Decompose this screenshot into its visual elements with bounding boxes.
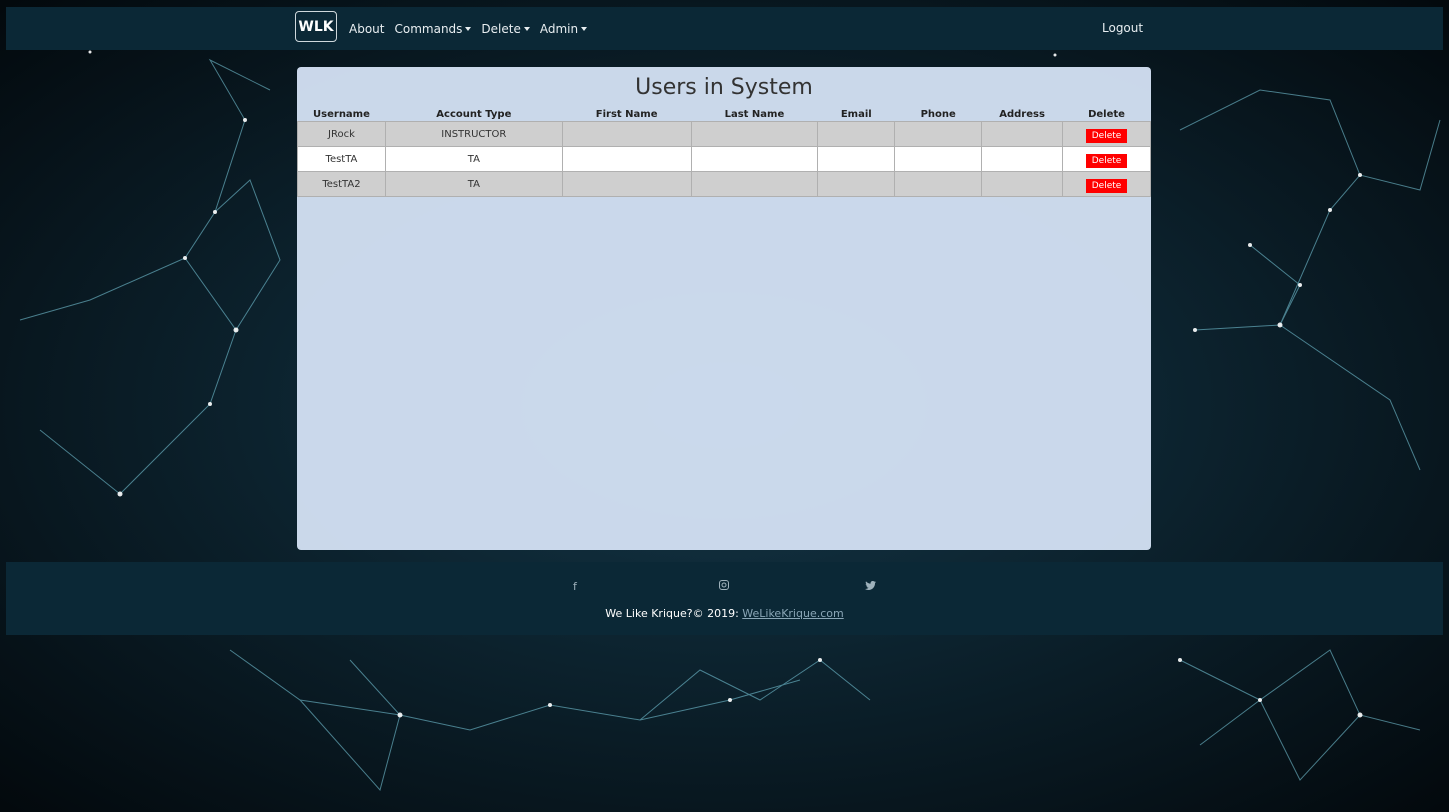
cell-account-type: INSTRUCTOR (384, 121, 563, 147)
table-row: TestTA2 TA Delete (297, 171, 1151, 197)
cell-last-name (690, 121, 819, 147)
column-header-account-type: Account Type (436, 108, 512, 120)
nav-delete-label: Delete (481, 21, 521, 36)
cell-first-name (561, 121, 692, 147)
facebook-icon[interactable]: f (573, 580, 577, 593)
logout-link[interactable]: Logout (1102, 7, 1143, 50)
nav-about-label: About (349, 21, 385, 36)
cell-last-name (690, 146, 819, 172)
column-header-phone: Phone (920, 108, 956, 120)
cell-username: JRock (297, 121, 386, 147)
users-panel: Users in System Username Account Type Fi… (297, 67, 1151, 550)
cell-address (981, 171, 1064, 197)
delete-user-button[interactable]: Delete (1085, 154, 1128, 168)
nav-menu: About Commands Delete Admin (349, 7, 588, 50)
column-header-address: Address (999, 108, 1045, 120)
brand-logo[interactable]: WLK (295, 11, 337, 42)
cell-account-type: TA (384, 146, 563, 172)
footer-site-link[interactable]: WeLikeKrique.com (742, 607, 843, 620)
cell-username: TestTA (297, 146, 386, 172)
nav-about-link[interactable]: About (349, 22, 384, 36)
table-header-row: Username Account Type First Name Last Na… (298, 107, 1151, 122)
cell-phone (894, 121, 983, 147)
cell-address (981, 121, 1064, 147)
cell-last-name (690, 171, 819, 197)
cell-phone (894, 146, 983, 172)
delete-user-button[interactable]: Delete (1085, 179, 1128, 193)
column-header-email: Email (840, 108, 872, 120)
nav-commands-dropdown[interactable]: Commands (394, 21, 472, 36)
cell-phone (894, 171, 983, 197)
cell-delete: Delete (1062, 121, 1151, 147)
column-header-last-name: Last Name (724, 108, 785, 120)
cell-delete: Delete (1062, 146, 1151, 172)
instagram-icon[interactable] (719, 580, 729, 593)
nav-delete-dropdown[interactable]: Delete (481, 21, 530, 36)
cell-email (817, 146, 896, 172)
top-navbar: WLK About Commands Delete Admin Logout (6, 7, 1443, 50)
caret-down-icon (465, 27, 472, 31)
caret-down-icon (523, 27, 530, 31)
page-footer: f We Like Krique?© 2019: WeLikeKrique.co… (6, 562, 1443, 635)
table-row: JRock INSTRUCTOR Delete (297, 121, 1151, 147)
cell-delete: Delete (1062, 171, 1151, 197)
cell-email (817, 121, 896, 147)
cell-username: TestTA2 (297, 171, 386, 197)
column-header-delete: Delete (1088, 108, 1125, 120)
delete-user-button[interactable]: Delete (1085, 129, 1128, 143)
cell-first-name (561, 171, 692, 197)
cell-first-name (561, 146, 692, 172)
column-header-first-name: First Name (595, 108, 658, 120)
column-header-username: Username (313, 108, 370, 120)
footer-text: We Like Krique?© 2019: (605, 607, 743, 620)
table-row: TestTA TA Delete (297, 146, 1151, 172)
cell-account-type: TA (384, 171, 563, 197)
cell-address (981, 146, 1064, 172)
twitter-icon[interactable] (865, 580, 876, 593)
nav-admin-dropdown[interactable]: Admin (539, 21, 588, 36)
nav-admin-label: Admin (539, 21, 579, 36)
footer-copyright: We Like Krique?© 2019: WeLikeKrique.com (6, 607, 1443, 620)
nav-commands-label: Commands (394, 21, 463, 36)
cell-email (817, 171, 896, 197)
page-title: Users in System (635, 75, 813, 100)
users-table: Username Account Type First Name Last Na… (297, 107, 1151, 197)
caret-down-icon (581, 27, 588, 31)
